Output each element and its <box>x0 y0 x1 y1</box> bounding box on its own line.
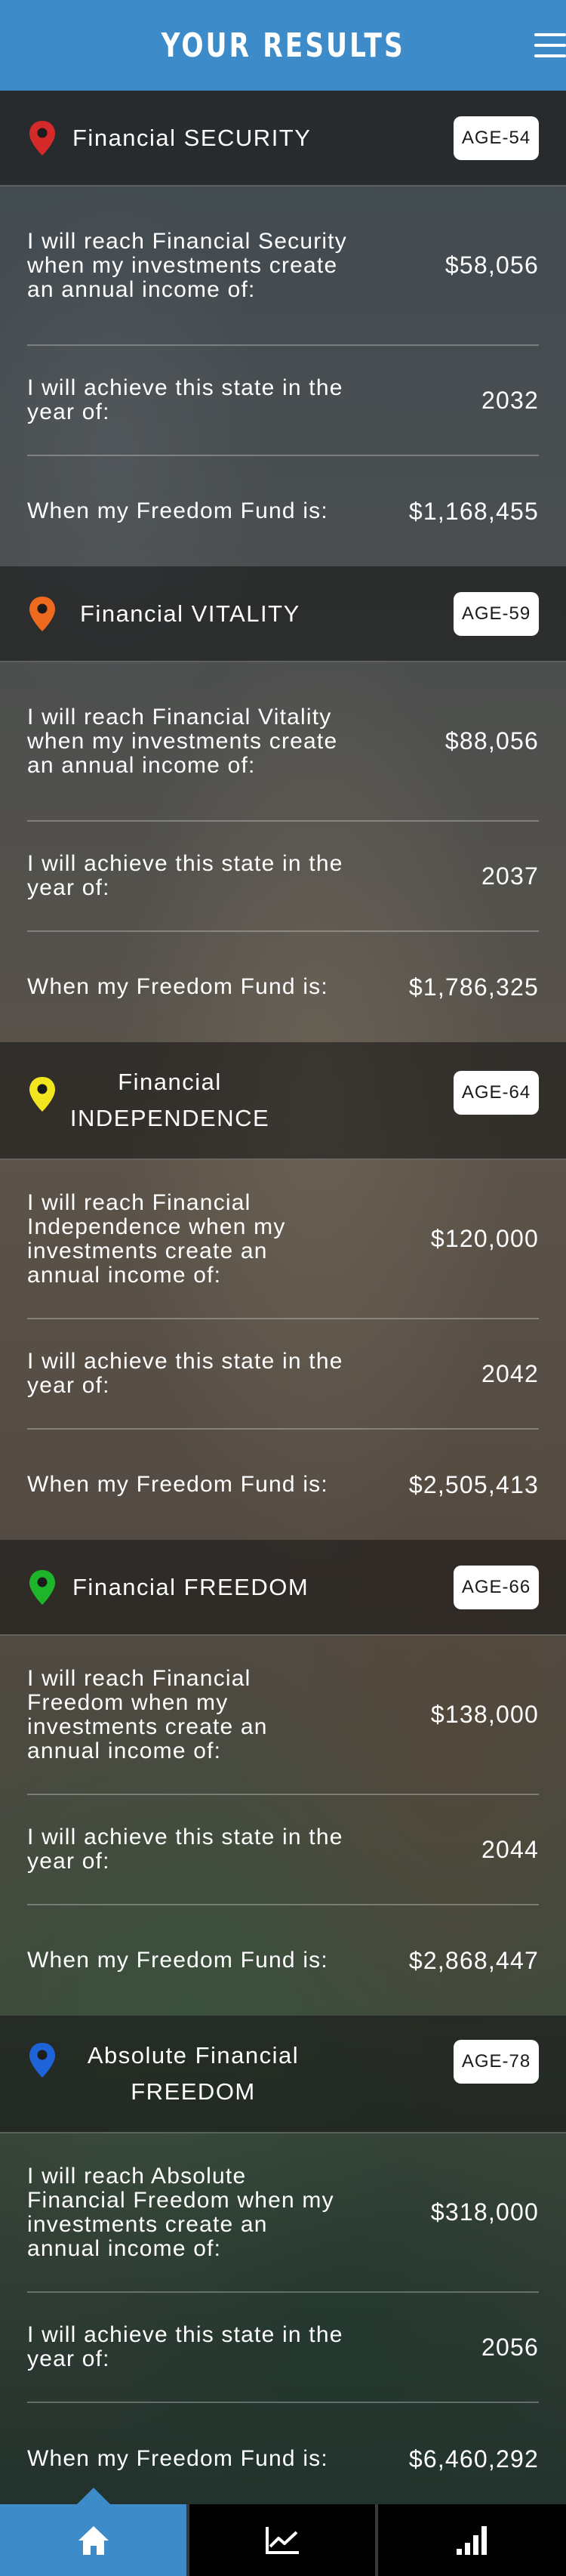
income-value: $120,000 <box>430 1225 539 1252</box>
fund-row: When my Freedom Fund is: $1,168,455 <box>27 456 539 566</box>
bar-signal-icon <box>456 2525 487 2555</box>
hamburger-menu-icon[interactable] <box>528 30 566 60</box>
year-value: 2056 <box>481 2333 539 2361</box>
result-section-security: Financial SECURITY AGE-54 I will reach F… <box>0 91 566 566</box>
year-value: 2037 <box>481 862 539 890</box>
income-label: I will reach Financial Security when my … <box>27 228 348 302</box>
age-badge: AGE-54 <box>454 116 539 160</box>
section-title: Financial VITALITY <box>80 600 300 627</box>
income-row: I will reach Absolute Financial Freedom … <box>27 2133 539 2293</box>
section-title: Financial SECURITY <box>72 124 312 151</box>
year-value: 2044 <box>481 1835 539 1863</box>
map-pin-icon <box>29 2043 55 2078</box>
section-title: Financial FREEDOM <box>72 1573 309 1600</box>
home-icon <box>78 2525 109 2555</box>
income-value: $318,000 <box>430 2198 539 2226</box>
section-header: Financial VITALITY AGE-59 <box>0 566 566 662</box>
section-header: Financial SECURITY AGE-54 <box>0 91 566 187</box>
map-pin-icon <box>29 120 55 156</box>
income-row: I will reach Financial Security when my … <box>27 187 539 346</box>
age-badge: AGE-66 <box>454 1565 539 1609</box>
line-chart-icon <box>266 2526 299 2554</box>
map-pin-icon <box>29 1569 55 1605</box>
bottom-tab-bar <box>0 2488 566 2576</box>
fund-label: When my Freedom Fund is: <box>27 1472 328 1497</box>
section-header: Financial INDEPENDENCE AGE-64 <box>0 1042 566 1160</box>
year-label: I will achieve this state in the year of… <box>27 375 343 424</box>
year-value: 2032 <box>481 386 539 414</box>
result-section-vitality: Financial VITALITY AGE-59 I will reach F… <box>0 566 566 1042</box>
fund-row: When my Freedom Fund is: $2,505,413 <box>27 1430 539 1540</box>
results-list: Financial SECURITY AGE-54 I will reach F… <box>0 91 566 2515</box>
income-label: I will reach Financial Freedom when my i… <box>27 1665 268 1763</box>
section-header: Financial FREEDOM AGE-66 <box>0 1540 566 1636</box>
tab-stats[interactable] <box>375 2504 566 2576</box>
year-label: I will achieve this state in the year of… <box>27 1825 343 1874</box>
fund-value: $1,168,455 <box>408 497 539 525</box>
fund-label: When my Freedom Fund is: <box>27 498 328 523</box>
section-title: Absolute Financial FREEDOM <box>87 2042 300 2105</box>
year-row: I will achieve this state in the year of… <box>27 1795 539 1905</box>
age-badge: AGE-59 <box>454 591 539 636</box>
active-tab-indicator <box>77 2488 110 2504</box>
income-value: $58,056 <box>444 251 539 279</box>
income-row: I will reach Financial Vitality when my … <box>27 662 539 822</box>
fund-label: When my Freedom Fund is: <box>27 1948 328 1973</box>
map-pin-icon <box>29 1077 55 1112</box>
fund-label: When my Freedom Fund is: <box>27 2446 328 2471</box>
year-label: I will achieve this state in the year of… <box>27 851 343 900</box>
age-badge: AGE-78 <box>454 2040 539 2084</box>
year-label: I will achieve this state in the year of… <box>27 2322 343 2371</box>
year-row: I will achieve this state in the year of… <box>27 2293 539 2403</box>
fund-value: $2,868,447 <box>408 1946 539 1974</box>
tab-chart[interactable] <box>186 2504 375 2576</box>
income-row: I will reach Financial Freedom when my i… <box>27 1636 539 1795</box>
income-label: I will reach Financial Vitality when my … <box>27 704 338 778</box>
income-value: $138,000 <box>430 1701 539 1728</box>
year-label: I will achieve this state in the year of… <box>27 1349 343 1398</box>
result-section-independence: Financial INDEPENDENCE AGE-64 I will rea… <box>0 1042 566 1540</box>
age-badge: AGE-64 <box>454 1071 539 1115</box>
income-value: $88,056 <box>444 727 539 754</box>
income-label: I will reach Financial Independence when… <box>27 1189 286 1288</box>
year-row: I will achieve this state in the year of… <box>27 1319 539 1430</box>
section-header: Absolute Financial FREEDOM AGE-78 <box>0 2016 566 2133</box>
result-section-absolute-freedom: Absolute Financial FREEDOM AGE-78 I will… <box>0 2016 566 2515</box>
year-row: I will achieve this state in the year of… <box>27 822 539 932</box>
map-pin-icon <box>29 596 55 631</box>
tab-home[interactable] <box>0 2488 186 2576</box>
result-section-freedom: Financial FREEDOM AGE-66 I will reach Fi… <box>0 1540 566 2016</box>
page-title: YOUR RESULTS <box>161 26 405 65</box>
income-row: I will reach Financial Independence when… <box>27 1160 539 1319</box>
fund-row: When my Freedom Fund is: $2,868,447 <box>27 1905 539 2016</box>
app-header: YOUR RESULTS <box>0 0 566 91</box>
income-label: I will reach Absolute Financial Freedom … <box>27 2163 334 2261</box>
fund-value: $1,786,325 <box>408 973 539 1001</box>
year-value: 2042 <box>481 1359 539 1387</box>
fund-label: When my Freedom Fund is: <box>27 974 328 999</box>
fund-value: $6,460,292 <box>408 2445 539 2473</box>
fund-row: When my Freedom Fund is: $1,786,325 <box>27 932 539 1042</box>
year-row: I will achieve this state in the year of… <box>27 346 539 456</box>
fund-value: $2,505,413 <box>408 1470 539 1498</box>
section-title: Financial INDEPENDENCE <box>69 1069 270 1131</box>
